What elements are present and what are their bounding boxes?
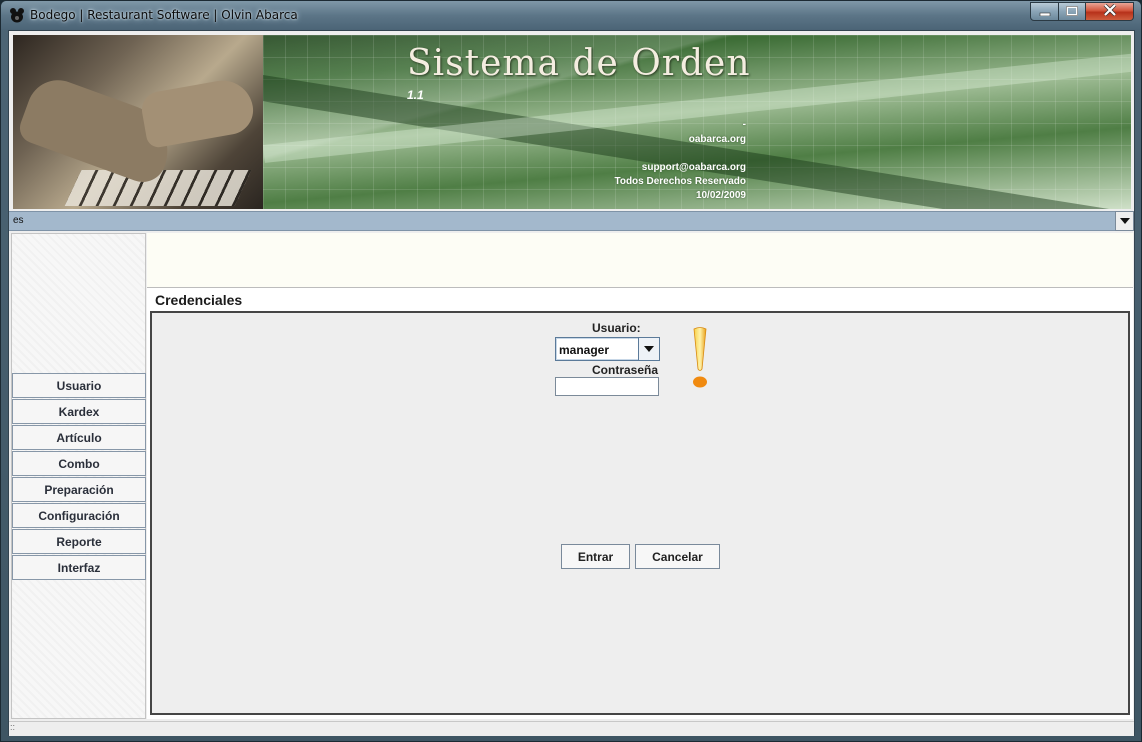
minimize-button[interactable]	[1030, 2, 1059, 21]
sidebar-nav: Usuario Kardex Artículo Combo Preparació…	[12, 373, 146, 581]
user-dropdown-button[interactable]	[638, 338, 659, 360]
user-select[interactable]: manager	[555, 337, 660, 361]
cancel-button[interactable]: Cancelar	[635, 544, 720, 569]
language-select[interactable]: es	[9, 211, 1134, 231]
message-area	[147, 233, 1133, 288]
sidebar-item-kardex[interactable]: Kardex	[12, 399, 146, 424]
window-title: Bodego | Restaurant Software | Olvin Aba…	[30, 8, 298, 22]
user-select-value: manager	[559, 343, 610, 357]
bear-icon[interactable]	[9, 7, 25, 23]
banner-rights: Todos Derechos Reservado	[614, 176, 746, 187]
resize-grip[interactable]: ::	[10, 722, 15, 732]
sidebar: Usuario Kardex Artículo Combo Preparació…	[11, 233, 146, 719]
window-controls	[1030, 2, 1134, 21]
credentials-panel: Credenciales Usuario: manager Contraseña	[147, 288, 1133, 719]
close-icon	[1103, 3, 1117, 21]
banner-photo-typing-hands	[13, 35, 263, 209]
sidebar-item-configuracion[interactable]: Configuración	[12, 503, 146, 528]
sidebar-item-usuario[interactable]: Usuario	[12, 373, 146, 398]
banner-title: Sistema de Orden	[407, 43, 751, 84]
sidebar-item-combo[interactable]: Combo	[12, 451, 146, 476]
sidebar-item-interfaz[interactable]: Interfaz	[12, 555, 146, 580]
minimize-icon	[1039, 3, 1051, 21]
close-button[interactable]	[1086, 2, 1134, 21]
enter-button[interactable]: Entrar	[561, 544, 630, 569]
sidebar-item-reporte[interactable]: Reporte	[12, 529, 146, 554]
status-bar: ::	[9, 721, 1134, 736]
application-window: Bodego | Restaurant Software | Olvin Aba…	[0, 0, 1142, 742]
credentials-form: Usuario: manager Contraseña Entrar Cance…	[150, 311, 1130, 715]
title-bar[interactable]: Bodego | Restaurant Software | Olvin Aba…	[1, 1, 1141, 30]
sidebar-item-preparacion[interactable]: Preparación	[12, 477, 146, 502]
chevron-down-icon	[1119, 218, 1130, 224]
language-dropdown-button[interactable]	[1115, 211, 1134, 231]
password-field[interactable]	[555, 377, 659, 396]
banner-site: oabarca.org	[688, 134, 746, 145]
banner-date: 10/02/2009	[695, 190, 746, 201]
banner-dash: -	[742, 119, 746, 130]
header-banner: Sistema de Orden 1.1 - oabarca.org suppo…	[13, 35, 1131, 209]
exclamation-icon	[690, 327, 710, 391]
banner-support-email: support@oabarca.org	[641, 162, 746, 173]
hand-illustration	[139, 75, 257, 150]
client-area: Sistema de Orden 1.1 - oabarca.org suppo…	[8, 30, 1135, 736]
user-label: Usuario:	[592, 321, 641, 335]
maximize-button[interactable]	[1059, 2, 1086, 21]
password-label: Contraseña	[592, 363, 659, 377]
sidebar-item-articulo[interactable]: Artículo	[12, 425, 146, 450]
banner-version: 1.1	[407, 88, 424, 102]
language-value: es	[13, 215, 24, 226]
panel-title: Credenciales	[155, 292, 243, 308]
maximize-icon	[1066, 3, 1078, 21]
chevron-down-icon	[644, 346, 654, 352]
